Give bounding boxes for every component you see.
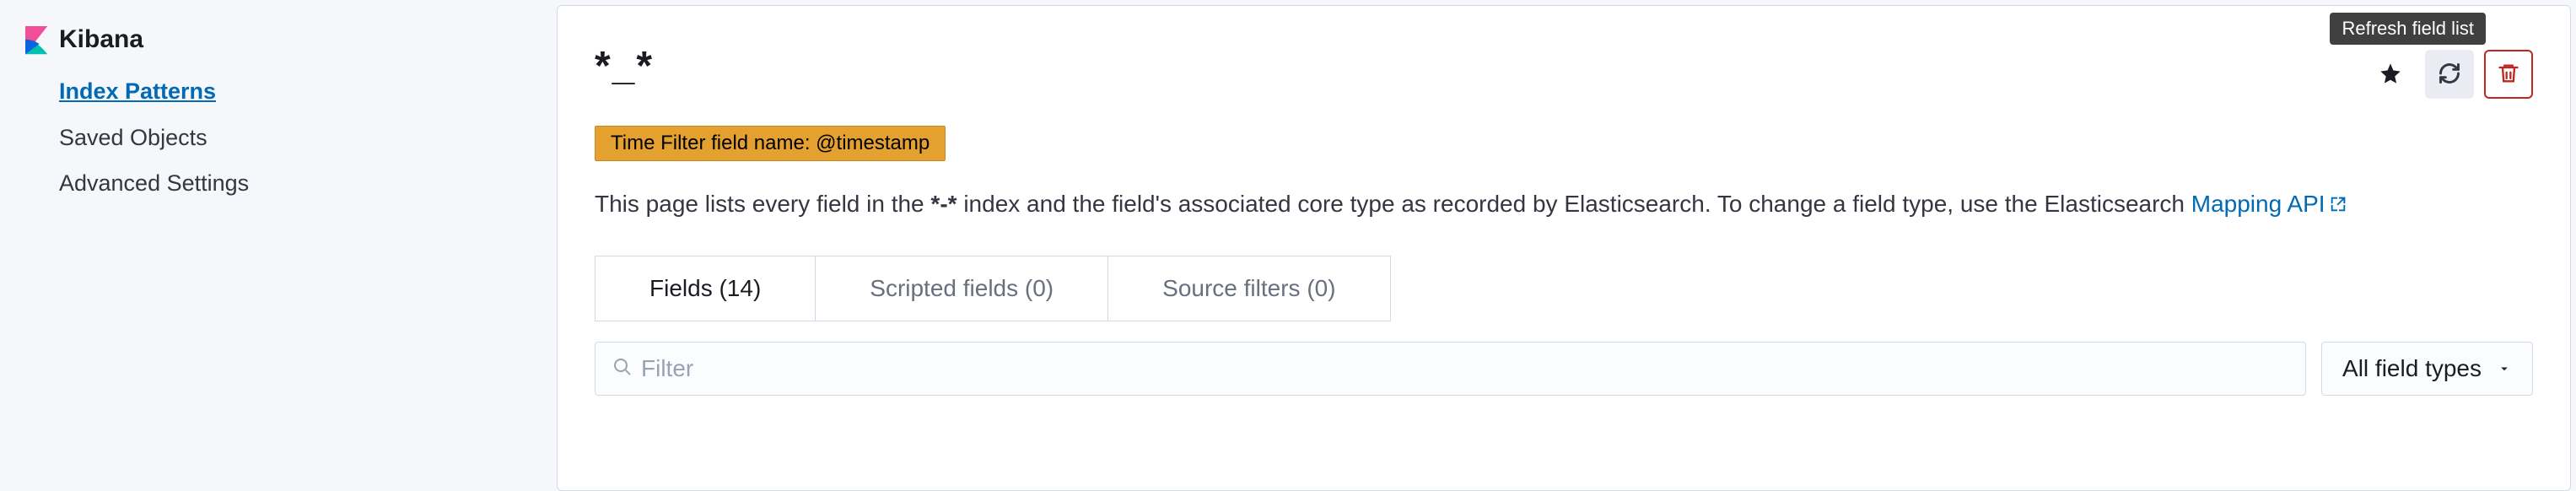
app-name: Kibana [59,25,143,54]
sidebar-item-saved-objects[interactable]: Saved Objects [59,121,515,155]
mapping-api-link[interactable]: Mapping API [2191,191,2347,217]
index-pattern-title: *_* [595,43,654,89]
set-default-button[interactable] [2366,50,2415,99]
search-icon [612,357,633,380]
sidebar-header: Kibana [25,25,515,54]
sidebar: Kibana Index Patterns Saved Objects Adva… [0,0,557,491]
description-middle: index and the field's associated core ty… [957,191,2191,217]
tab-fields[interactable]: Fields (14) [595,256,816,321]
filter-row: All field types [595,342,2533,396]
refresh-icon [2438,62,2461,88]
field-type-select[interactable]: All field types [2321,342,2533,396]
mapping-api-link-text: Mapping API [2191,191,2325,217]
tab-scripted-fields[interactable]: Scripted fields (0) [816,256,1108,321]
field-type-select-label: All field types [2342,355,2482,382]
sidebar-item-index-patterns[interactable]: Index Patterns [59,74,515,109]
star-icon [2379,62,2402,88]
main-panel: *_* Refresh field list [557,5,2571,491]
header-row: *_* Refresh field list [595,43,2533,99]
filter-input[interactable] [641,355,2288,382]
caret-down-icon [2497,355,2512,382]
delete-button[interactable] [2484,50,2533,99]
description-prefix: This page lists every field in the [595,191,930,217]
sidebar-nav: Index Patterns Saved Objects Advanced Se… [25,74,515,201]
trash-icon [2497,62,2520,88]
time-filter-badge: Time Filter field name: @timestamp [595,126,946,161]
sidebar-item-advanced-settings[interactable]: Advanced Settings [59,166,515,201]
tab-source-filters[interactable]: Source filters (0) [1108,256,1389,321]
filter-input-container[interactable] [595,342,2306,396]
kibana-logo-icon [25,26,49,53]
external-link-icon [2329,188,2347,224]
refresh-button[interactable] [2425,50,2474,99]
pattern-description: This page lists every field in the *-* i… [595,186,2533,224]
refresh-tooltip: Refresh field list [2330,13,2486,45]
tabs: Fields (14) Scripted fields (0) Source f… [595,256,1391,321]
header-actions: Refresh field list [2366,43,2533,99]
description-pattern: *-* [930,191,957,217]
badge-row: Time Filter field name: @timestamp [595,126,2533,161]
